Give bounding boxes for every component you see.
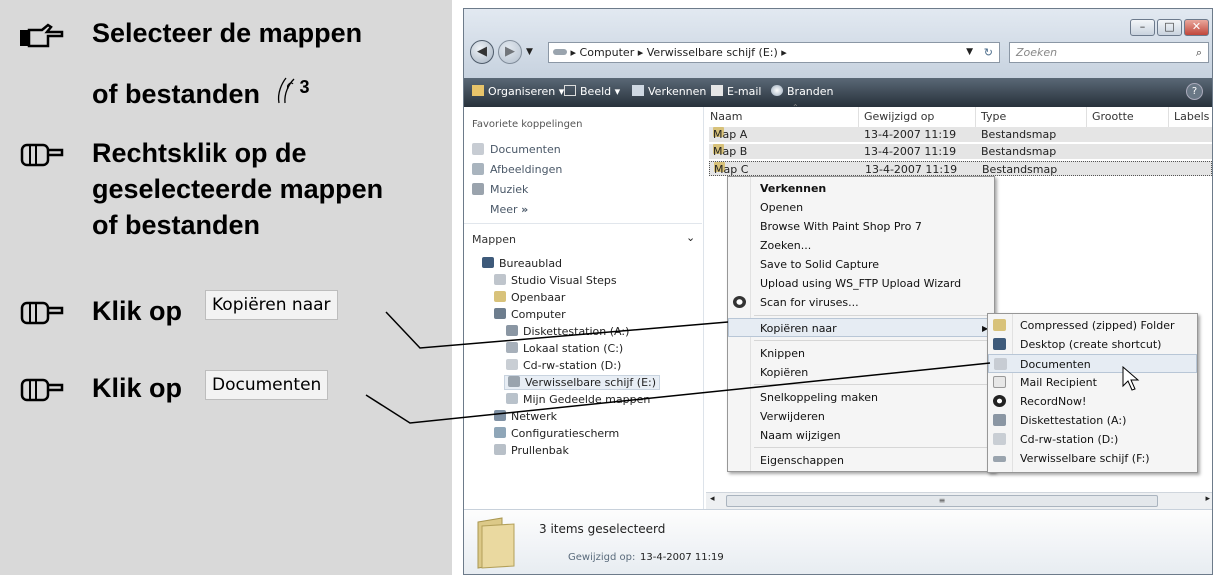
callout-lines	[365, 311, 991, 424]
callout-line-documents	[365, 362, 991, 424]
callout-line-copy-to	[385, 311, 729, 349]
